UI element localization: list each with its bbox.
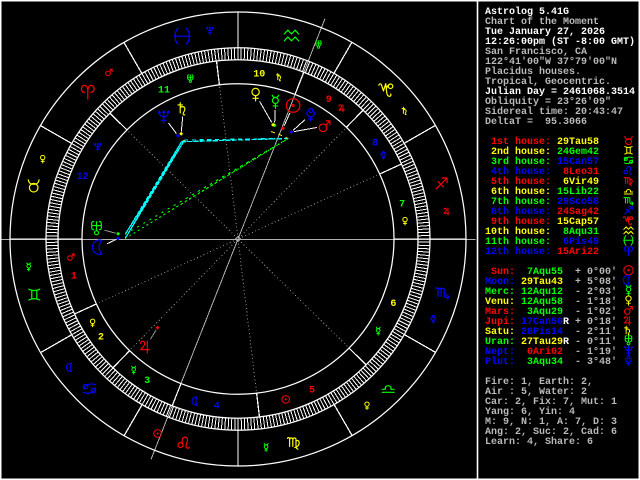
svg-text:DeltaT = 95.3066: DeltaT = 95.3066 xyxy=(485,116,587,128)
svg-text:2: 2 xyxy=(98,332,104,343)
svg-text:R: R xyxy=(563,317,569,328)
svg-text:7: 7 xyxy=(399,200,405,211)
svg-text:5: 5 xyxy=(309,386,315,397)
svg-text:12: 12 xyxy=(77,172,89,183)
svg-text:12th house:: 12th house: xyxy=(485,246,551,258)
svg-text:3Aqu34: 3Aqu34 xyxy=(521,357,563,368)
svg-text:R: R xyxy=(563,337,569,348)
svg-text:1: 1 xyxy=(71,271,77,282)
svg-text:3: 3 xyxy=(144,376,150,387)
svg-text:Plut:: Plut: xyxy=(485,356,515,368)
svg-text:6: 6 xyxy=(390,299,396,310)
svg-text:8: 8 xyxy=(372,139,378,150)
svg-text:15Ari22: 15Ari22 xyxy=(557,246,599,258)
svg-text:10: 10 xyxy=(253,70,265,81)
svg-text:Learn: 4, Share: 6: Learn: 4, Share: 6 xyxy=(485,436,593,448)
svg-text:4: 4 xyxy=(214,401,220,412)
svg-text:9: 9 xyxy=(326,95,332,106)
svg-text:- 3°48': - 3°48' xyxy=(575,356,617,368)
svg-text:11: 11 xyxy=(158,85,170,96)
